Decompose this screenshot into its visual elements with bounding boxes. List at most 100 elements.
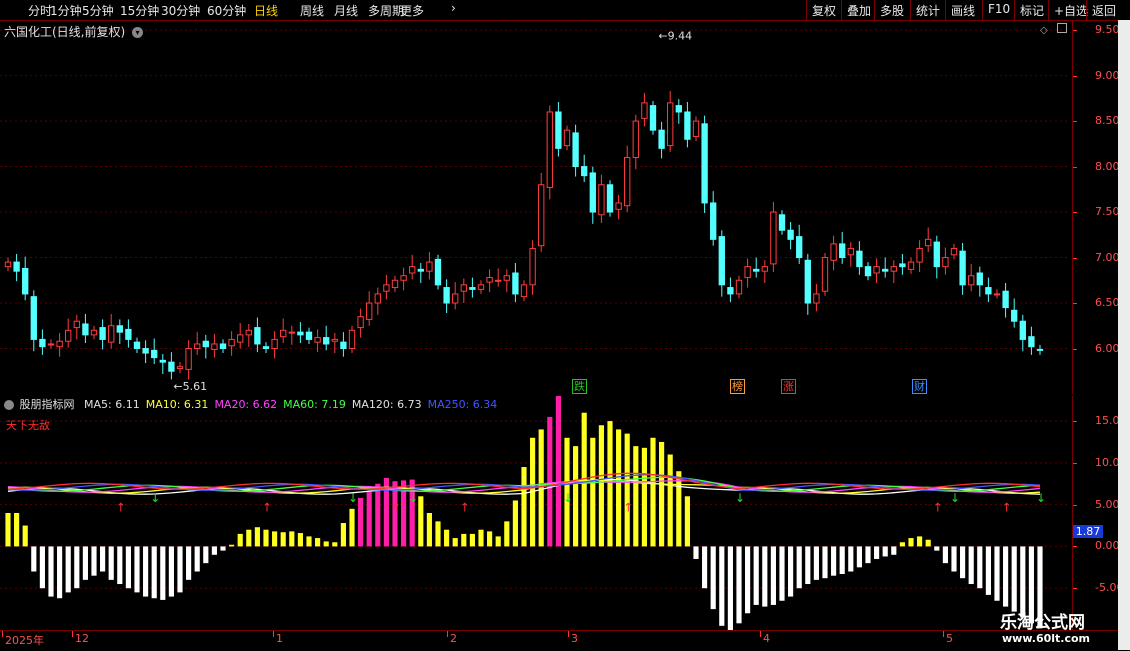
- candle: [753, 257, 760, 278]
- event-marker[interactable]: 财: [912, 379, 927, 394]
- toolbar-tab-2[interactable]: 5分钟: [82, 2, 114, 19]
- chevron-down-icon[interactable]: ▾: [132, 27, 144, 38]
- indicator-bar: [822, 546, 828, 579]
- toolbar-button-7[interactable]: +自选: [1054, 2, 1088, 19]
- candle: [718, 230, 725, 297]
- toolbar-tab-8[interactable]: 月线: [334, 2, 358, 19]
- indicator-bar: [788, 546, 794, 597]
- candle: [684, 101, 691, 148]
- toolbar-button-6[interactable]: 标记: [1020, 2, 1044, 19]
- diamond-icon[interactable]: ◇: [1040, 25, 1048, 36]
- date-tick: [447, 631, 448, 637]
- candle: [125, 319, 132, 348]
- price-chart[interactable]: ←9.44 ←5.61: [0, 21, 1070, 394]
- toolbar-tab-0[interactable]: 分时: [28, 2, 52, 19]
- toolbar-button-2[interactable]: 多股: [880, 2, 904, 19]
- indicator-bar: [951, 546, 957, 572]
- toolbar-button-0[interactable]: 复权: [812, 2, 836, 19]
- candle: [925, 227, 932, 253]
- candle: [185, 340, 192, 380]
- toolbar-tab-9[interactable]: 多周期: [368, 2, 404, 19]
- date-label: 1: [276, 632, 283, 645]
- indicator-bar: [82, 546, 88, 580]
- candle: [727, 277, 734, 303]
- toolbar-tab-7[interactable]: 周线: [300, 2, 324, 19]
- candle: [443, 279, 450, 314]
- candle: [512, 262, 519, 303]
- candle: [391, 275, 399, 293]
- candle: [374, 287, 381, 315]
- indicator-bar: [547, 416, 553, 547]
- candle: [821, 252, 829, 296]
- indicator-bar: [762, 546, 768, 607]
- date-tick: [273, 631, 274, 637]
- toolbar-tab-1[interactable]: 1分钟: [50, 2, 82, 19]
- candle: [73, 314, 80, 340]
- candle: [39, 329, 46, 355]
- indicator-tick-label: 5.00: [1095, 497, 1120, 511]
- up-arrow-icon: ↑: [262, 500, 272, 514]
- indicator-chart[interactable]: ↑ ↑ ↑ ↑ ↑ ↑ ↑ ↓ ↓ ↓ ↓ ↓ ↓ ↓: [0, 396, 1070, 630]
- candle: [950, 243, 958, 260]
- toolbar-tab-6[interactable]: 日线: [254, 2, 278, 19]
- event-marker[interactable]: 榜: [730, 379, 745, 394]
- price-tick-label: 9.50: [1095, 23, 1120, 37]
- candle: [116, 319, 123, 344]
- price-tick-label: 7.00: [1095, 250, 1120, 264]
- indicator-bar: [813, 546, 819, 580]
- toolbar-tab-4[interactable]: 30分钟: [161, 2, 200, 19]
- indicator-bar: [263, 529, 269, 547]
- candle: [598, 174, 605, 223]
- up-arrow-icon: ↑: [460, 500, 470, 514]
- indicator-bar: [856, 546, 862, 568]
- up-arrow-icon: ↑: [391, 500, 401, 514]
- toolbar-separator: [982, 0, 983, 20]
- candle: [108, 313, 115, 349]
- indicator-bar: [444, 529, 450, 547]
- candle: [271, 331, 278, 359]
- candle: [847, 242, 854, 267]
- candle: [99, 319, 106, 350]
- toolbar-button-8[interactable]: 返回: [1092, 2, 1116, 19]
- candle: [168, 352, 175, 380]
- indicator-bar: [349, 508, 355, 547]
- candle: [649, 101, 657, 135]
- toolbar-tab-10[interactable]: 更多: [400, 2, 424, 19]
- indicator-bar: [727, 546, 733, 630]
- indicator-bar: [598, 425, 604, 547]
- price-tick-mark: [1073, 121, 1077, 123]
- indicator-bar: [39, 546, 45, 589]
- indicator-tick-mark: [1073, 588, 1077, 590]
- down-arrow-icon: ↓: [563, 491, 573, 505]
- side-panel-edge[interactable]: [1118, 20, 1130, 650]
- indicator-bar: [521, 467, 527, 547]
- indicator-bar: [22, 525, 28, 547]
- watermark: 乐淘公式网 www.60lt.com: [990, 606, 1130, 650]
- up-arrow-icon: ↑: [116, 500, 126, 514]
- toolbar-tab-5[interactable]: 60分钟: [207, 2, 246, 19]
- candle: [383, 274, 390, 300]
- candle: [976, 266, 983, 297]
- indicator-bar: [710, 546, 716, 610]
- price-tick-label: 9.00: [1095, 68, 1120, 82]
- event-marker[interactable]: 跌: [572, 379, 587, 394]
- candle: [830, 235, 837, 271]
- indicator-bar: [590, 437, 596, 547]
- candle: [297, 322, 304, 344]
- toolbar-button-4[interactable]: 画线: [951, 2, 975, 19]
- candle: [933, 235, 940, 279]
- candle: [864, 262, 872, 281]
- toolbar-button-1[interactable]: 叠加: [847, 2, 871, 19]
- candle: [13, 253, 20, 282]
- candle: [305, 327, 313, 344]
- toolbar-tab-3[interactable]: 15分钟: [120, 2, 159, 19]
- indicator-bar: [289, 531, 295, 547]
- indicator-bar: [831, 546, 837, 576]
- event-marker[interactable]: 涨: [781, 379, 796, 394]
- candle: [1002, 283, 1009, 318]
- window-icon[interactable]: [1056, 23, 1067, 33]
- candle: [804, 253, 811, 315]
- chevron-right-icon[interactable]: ›: [451, 1, 456, 15]
- toolbar-button-5[interactable]: F10: [988, 2, 1010, 16]
- toolbar-button-3[interactable]: 统计: [916, 2, 940, 19]
